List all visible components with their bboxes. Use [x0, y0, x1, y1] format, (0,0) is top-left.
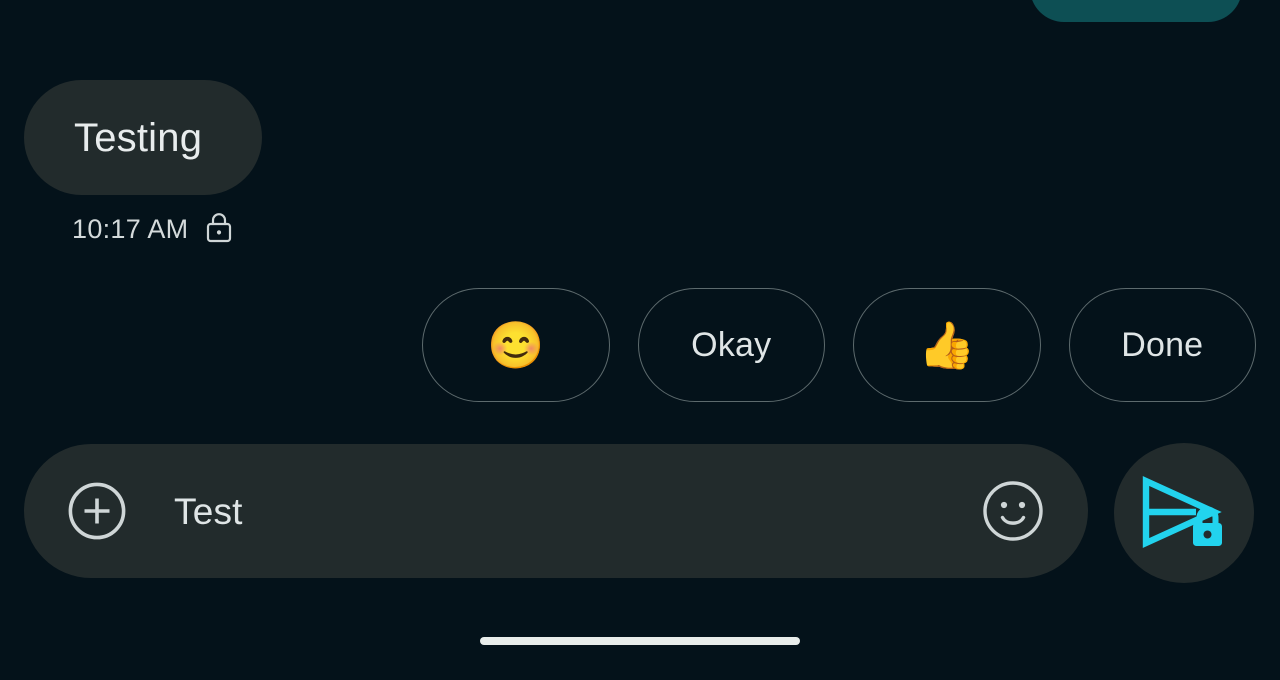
suggestion-chip-emoji-thumbs-up[interactable]: 👍: [853, 288, 1041, 402]
lock-icon: [204, 210, 234, 249]
send-button[interactable]: [1114, 443, 1254, 583]
suggestion-chip-emoji-smile[interactable]: 😊: [422, 288, 610, 402]
home-indicator[interactable]: [480, 637, 800, 645]
message-meta-row: 10:17 AM: [72, 210, 234, 249]
messaging-app-screen: Testing 10:17 AM 😊 Okay 👍 Done Test: [0, 0, 1280, 680]
outgoing-message-bubble[interactable]: [1030, 0, 1242, 22]
suggestion-chip-done[interactable]: Done: [1068, 288, 1256, 402]
thumbs-up-emoji: 👍: [918, 319, 976, 371]
smiling-face-with-smiling-eyes-emoji: 😊: [487, 319, 545, 371]
message-timestamp: 10:17 AM: [72, 214, 189, 244]
message-input[interactable]: Test: [174, 493, 982, 530]
compose-bar[interactable]: Test: [24, 444, 1088, 578]
smart-reply-chips: 😊 Okay 👍 Done: [422, 288, 1256, 402]
received-message-bubble[interactable]: Testing: [24, 80, 262, 195]
send-encrypted-icon: [1138, 473, 1230, 553]
received-message-text: Testing: [74, 115, 203, 160]
suggestion-chip-okay[interactable]: Okay: [637, 288, 825, 402]
emoji-smiley-icon[interactable]: [982, 480, 1044, 542]
suggestion-chip-label: Okay: [691, 326, 772, 364]
plus-circle-icon[interactable]: [68, 482, 126, 540]
suggestion-chip-label: Done: [1121, 326, 1204, 364]
